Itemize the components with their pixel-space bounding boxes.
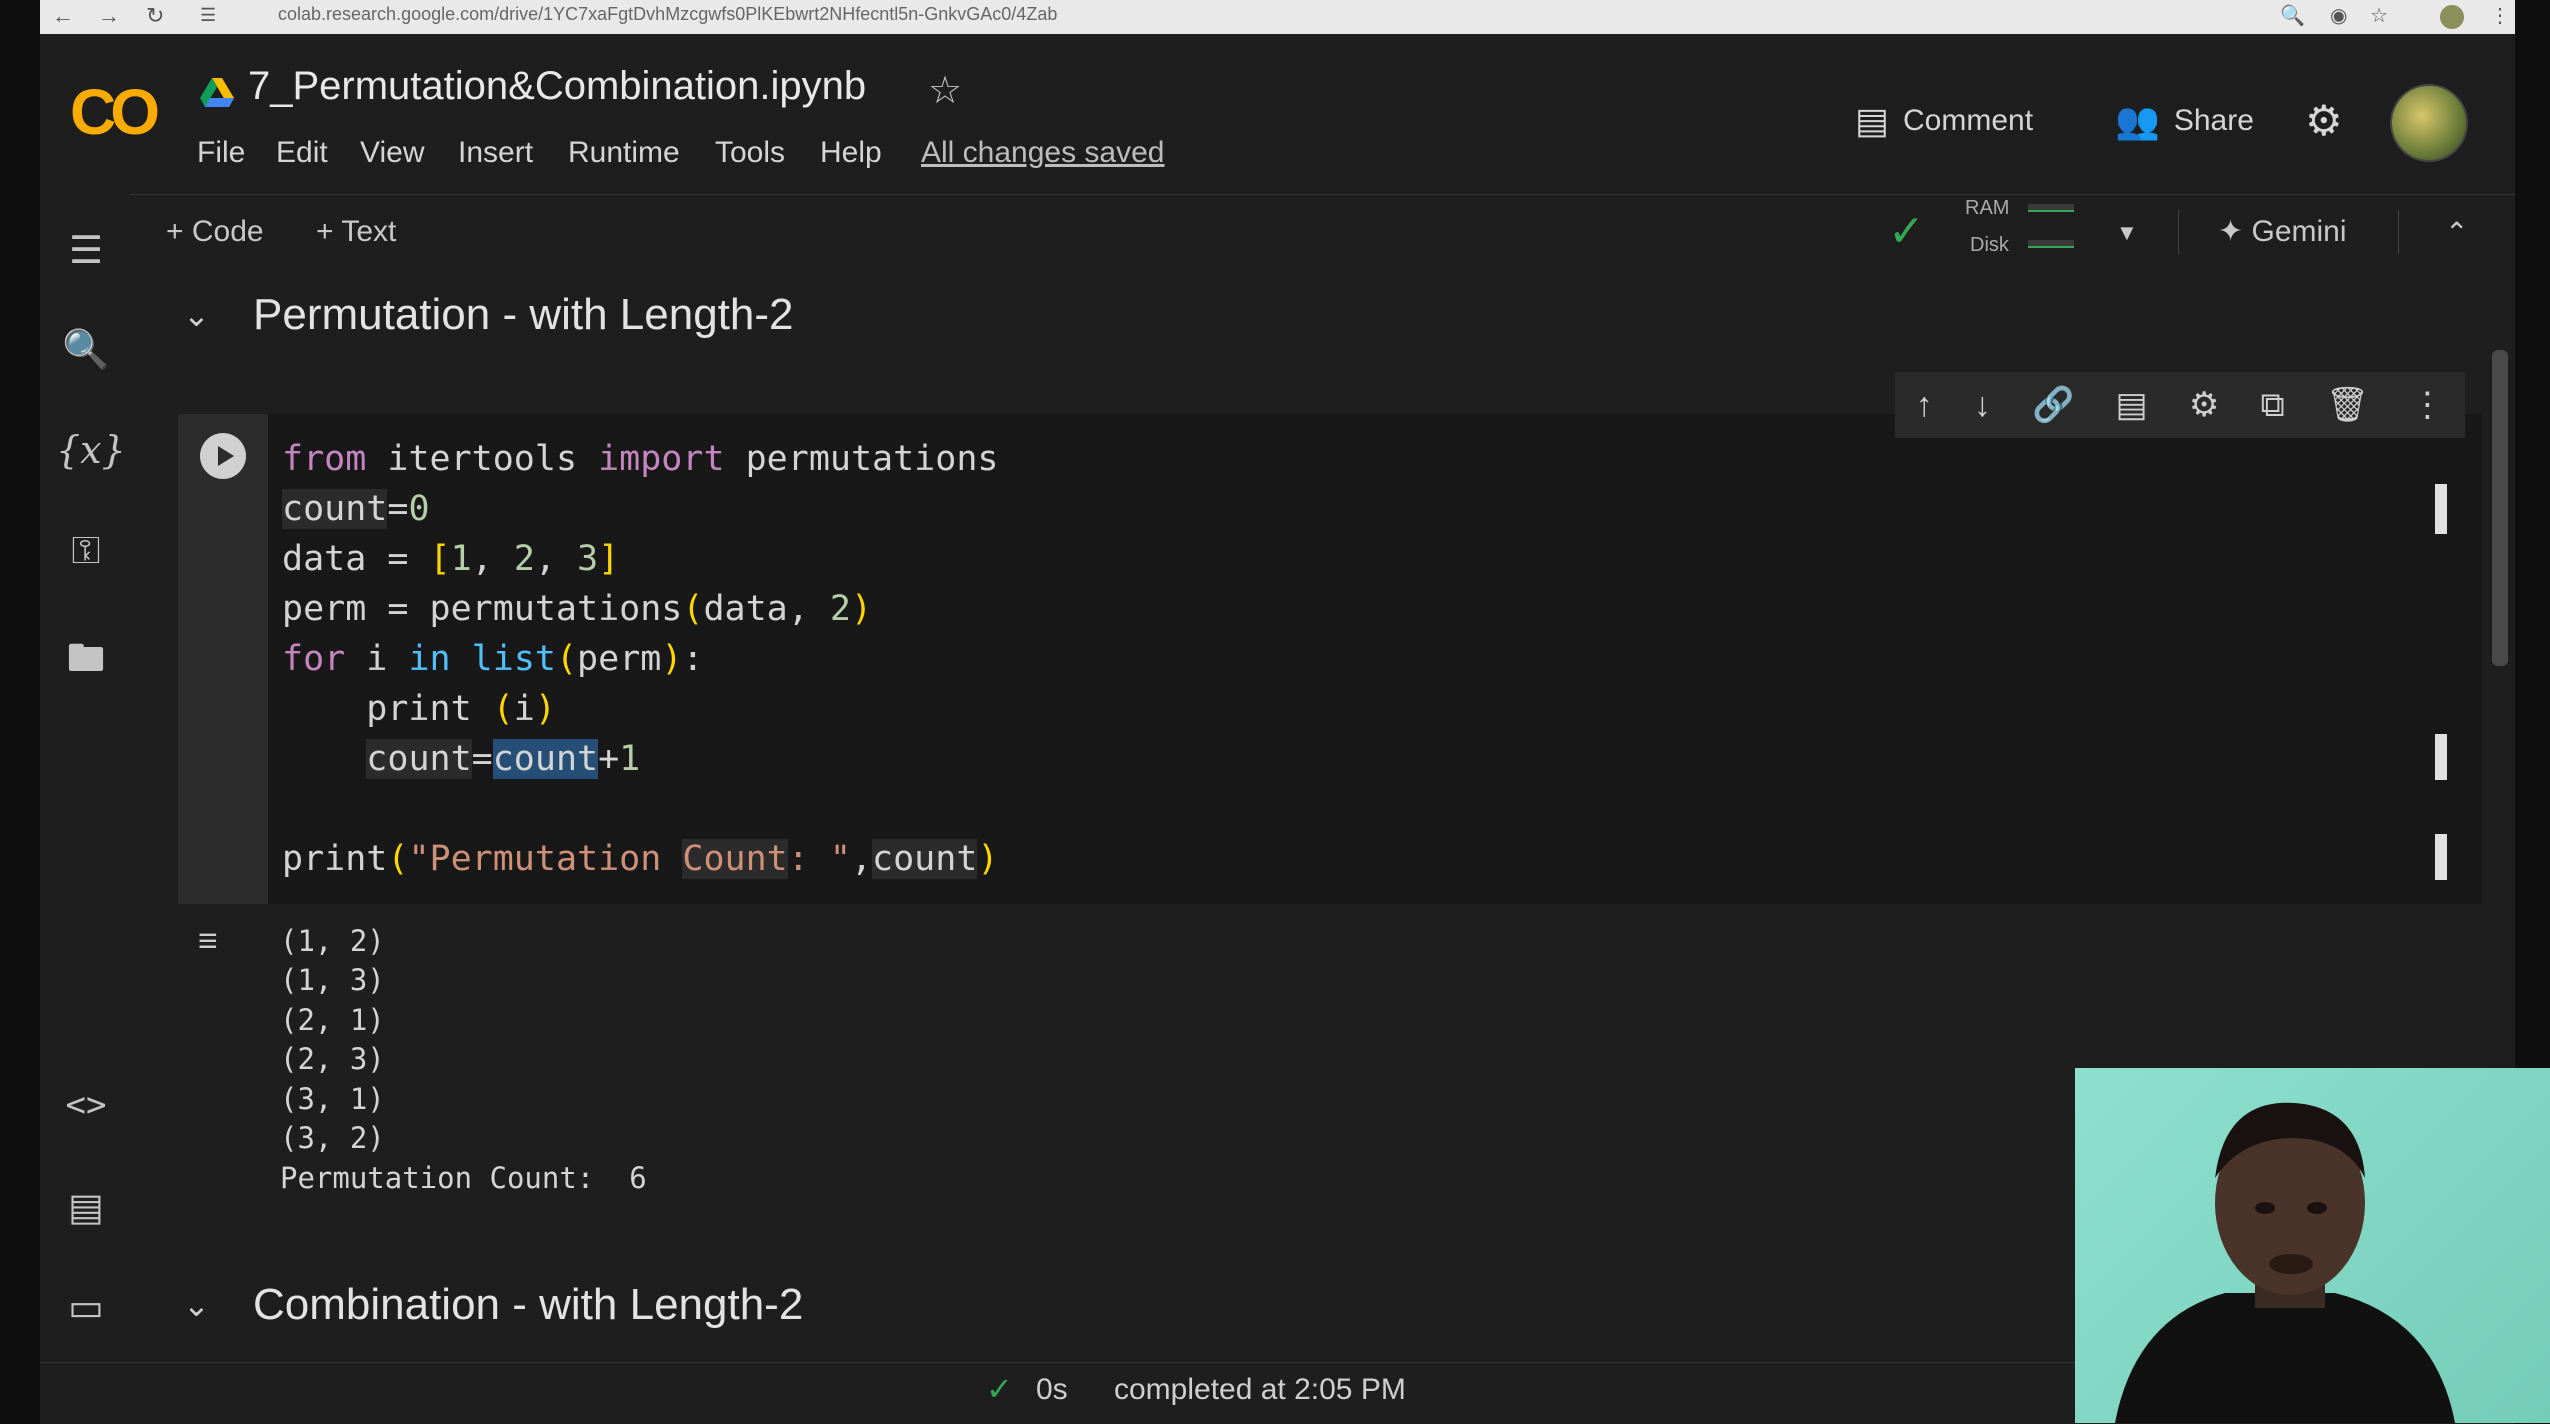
extension-icon[interactable]: ◉ — [2330, 3, 2347, 28]
editor-scroll-marker — [2435, 734, 2447, 780]
command-palette-icon[interactable]: ▤ — [56, 1185, 116, 1230]
execution-duration: 0s — [1036, 1373, 1068, 1406]
terminal-icon[interactable]: ▭ — [56, 1285, 116, 1330]
comment-cell-icon[interactable]: ▤ — [2116, 385, 2148, 425]
gemini-label: Gemini — [2251, 215, 2347, 248]
webcam-overlay — [2075, 1068, 2550, 1423]
section-collapse-chevron-icon[interactable]: ⌄ — [183, 296, 210, 334]
execution-status-message: completed at 2:05 PM — [1114, 1373, 1406, 1406]
share-label: Share — [2173, 104, 2254, 137]
menu-file[interactable]: File — [197, 136, 245, 170]
mirror-cell-icon[interactable]: ⧉ — [2260, 386, 2284, 425]
key-icon[interactable]: ⚿ — [56, 530, 116, 573]
toolbar-divider — [130, 194, 2515, 195]
ram-meter — [2028, 204, 2074, 212]
comment-label: Comment — [1903, 104, 2034, 137]
code-line-7: count=count+1 — [366, 739, 641, 779]
gemini-spark-icon: ✦ — [2218, 215, 2252, 248]
people-icon: 👥 — [2115, 100, 2160, 141]
cell-toolbar: ↑ ↓ 🔗 ▤ ⚙ ⧉ 🗑 ⋮ — [1895, 372, 2465, 438]
connected-check-icon[interactable]: ✓ — [1888, 206, 1925, 257]
output-line: (2, 1) — [280, 1003, 385, 1037]
output-line: (3, 1) — [280, 1082, 385, 1116]
presenter-video-image — [2115, 1102, 2455, 1423]
status-check-icon: ✓ — [986, 1371, 1013, 1407]
code-line-1: from itertools import permutations — [282, 439, 999, 479]
disk-label: Disk — [1970, 234, 2009, 256]
menu-tools[interactable]: Tools — [715, 136, 785, 170]
site-info-icon[interactable]: ☰ — [200, 5, 216, 26]
table-of-contents-icon[interactable]: ☰ — [56, 228, 116, 273]
more-options-icon[interactable]: ⋮ — [2410, 385, 2444, 425]
move-up-icon[interactable]: ↑ — [1916, 386, 1933, 425]
menu-insert[interactable]: Insert — [458, 136, 533, 170]
bookmark-star-icon[interactable]: ☆ — [2370, 3, 2388, 28]
section-collapse-chevron-icon[interactable]: ⌄ — [183, 1286, 210, 1324]
add-code-cell-button[interactable]: + Code — [166, 215, 264, 249]
code-line-4: perm = permutations(data, 2) — [282, 589, 873, 629]
cell-settings-icon[interactable]: ⚙ — [2189, 385, 2219, 425]
toolbar-separator — [2178, 210, 2179, 254]
comment-icon: ▤ — [1855, 100, 1890, 141]
comment-button[interactable]: ▤ Comment — [1855, 96, 2033, 146]
reload-icon[interactable]: ↻ — [146, 3, 164, 29]
url-field[interactable]: colab.research.google.com/drive/1YC7xaFg… — [278, 4, 1057, 25]
browser-profile-avatar[interactable] — [2440, 5, 2464, 29]
output-line: (3, 2) — [280, 1121, 385, 1155]
settings-gear-icon[interactable]: ⚙ — [2305, 96, 2343, 145]
delete-icon[interactable]: 🗑 — [2326, 385, 2369, 425]
variables-icon[interactable]: {x} — [56, 428, 126, 472]
save-status-link[interactable]: All changes saved — [921, 136, 1165, 170]
forward-icon[interactable]: → — [98, 3, 120, 29]
browser-address-bar: ← → ↻ ☰ colab.research.google.com/drive/… — [40, 0, 2515, 34]
output-line: (1, 3) — [280, 963, 385, 997]
browser-menu-icon[interactable]: ⋮ — [2490, 3, 2510, 28]
editor-scroll-marker — [2435, 834, 2447, 880]
output-line: (2, 3) — [280, 1042, 385, 1076]
move-down-icon[interactable]: ↓ — [1974, 386, 1991, 425]
code-line-3: data = [1, 2, 3] — [282, 539, 620, 579]
menu-edit[interactable]: Edit — [276, 136, 328, 170]
zoom-icon[interactable]: 🔍 — [2280, 3, 2305, 28]
search-icon[interactable]: 🔍 — [56, 328, 116, 372]
toolbar-separator — [2398, 210, 2399, 254]
run-cell-button[interactable] — [200, 433, 246, 479]
code-line-5: for i in list(perm): — [282, 639, 704, 679]
code-line-6: print (i) — [282, 689, 556, 729]
disk-meter — [2028, 240, 2074, 248]
share-button[interactable]: 👥 Share — [2115, 96, 2254, 146]
google-drive-icon — [200, 78, 234, 107]
link-icon[interactable]: 🔗 — [2032, 385, 2074, 425]
colab-logo[interactable]: CO — [70, 75, 160, 149]
output-line: Permutation Count: 6 — [280, 1161, 647, 1195]
notebook-scrollbar[interactable] — [2492, 350, 2508, 666]
code-line-9: print("Permutation Count: ",count) — [282, 839, 999, 879]
runtime-dropdown-arrow-icon[interactable]: ▼ — [2116, 220, 2138, 246]
menu-view[interactable]: View — [360, 136, 424, 170]
editor-scroll-marker — [2435, 484, 2447, 534]
folder-icon[interactable]: 🖿 — [56, 630, 116, 695]
chevron-up-icon[interactable]: ⌃ — [2445, 216, 2468, 249]
back-icon[interactable]: ← — [52, 3, 74, 29]
user-avatar[interactable] — [2390, 84, 2468, 162]
menu-runtime[interactable]: Runtime — [568, 136, 680, 170]
output-actions-icon[interactable]: ≡ — [198, 922, 218, 961]
notebook-title[interactable]: 7_Permutation&Combination.ipynb — [248, 64, 866, 109]
ram-label: RAM — [1965, 197, 2010, 219]
menu-help[interactable]: Help — [820, 136, 882, 170]
output-line: (1, 2) — [280, 924, 385, 958]
code-line-2: count=0 — [282, 489, 430, 529]
code-icon[interactable]: <> — [56, 1085, 116, 1125]
section-heading: Combination - with Length-2 — [253, 1280, 804, 1329]
gemini-button[interactable]: ✦ Gemini — [2218, 214, 2347, 249]
star-icon[interactable]: ☆ — [928, 68, 962, 113]
add-text-cell-button[interactable]: + Text — [316, 215, 396, 249]
section-heading: Permutation - with Length-2 — [253, 290, 794, 339]
cell-gutter — [178, 414, 268, 904]
